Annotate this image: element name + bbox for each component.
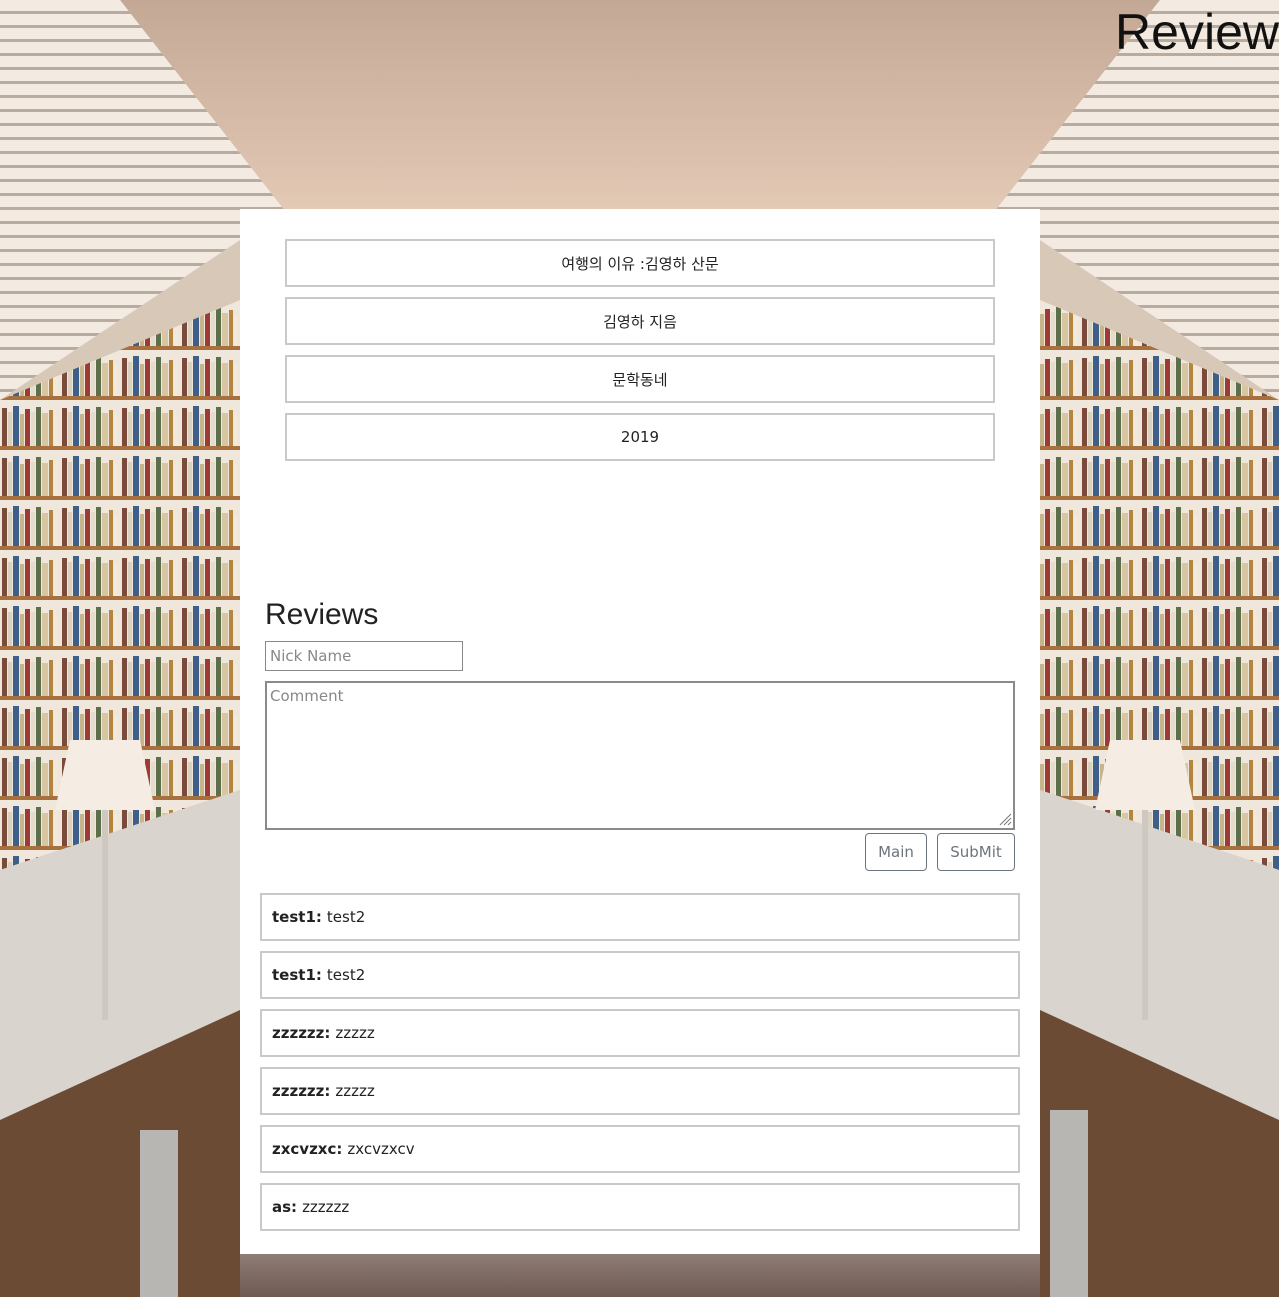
book-author: 김영하 지음 xyxy=(285,297,995,345)
review-comment: zzzzz xyxy=(335,1082,375,1100)
reviews-title: Reviews xyxy=(265,598,379,631)
nickname-input[interactable] xyxy=(265,641,463,671)
book-title: 여행의 이유 :김영하 산문 xyxy=(285,239,995,287)
review-item: test1: test2 xyxy=(260,951,1020,999)
review-item: zxcvzxc: zxcvzxcv xyxy=(260,1125,1020,1173)
review-nickname: zzzzzz: xyxy=(272,1024,331,1042)
submit-button[interactable]: SubMit xyxy=(937,833,1015,871)
comment-textarea[interactable] xyxy=(265,681,1015,830)
book-year: 2019 xyxy=(285,413,995,461)
review-nickname: zzzzzz: xyxy=(272,1082,331,1100)
review-nickname: test1: xyxy=(272,908,322,926)
review-item: test1: test2 xyxy=(260,893,1020,941)
review-item: zzzzzz: zzzzz xyxy=(260,1009,1020,1057)
main-button[interactable]: Main xyxy=(865,833,927,871)
review-item: zzzzzz: zzzzz xyxy=(260,1067,1020,1115)
content-panel: 여행의 이유 :김영하 산문 김영하 지음 문학동네 2019 Reviews … xyxy=(240,209,1040,1254)
review-comment: zxcvzxcv xyxy=(347,1140,415,1158)
review-item: as: zzzzzz xyxy=(260,1183,1020,1231)
review-comment: zzzzz xyxy=(335,1024,375,1042)
book-publisher: 문학동네 xyxy=(285,355,995,403)
review-nickname: as: xyxy=(272,1198,298,1216)
review-nickname: test1: xyxy=(272,966,322,984)
review-comment: test2 xyxy=(326,908,366,926)
review-comment: zzzzzz xyxy=(302,1198,350,1216)
review-nickname: zxcvzxc: xyxy=(272,1140,343,1158)
page-heading: Review xyxy=(1115,4,1279,60)
review-comment: test2 xyxy=(326,966,366,984)
